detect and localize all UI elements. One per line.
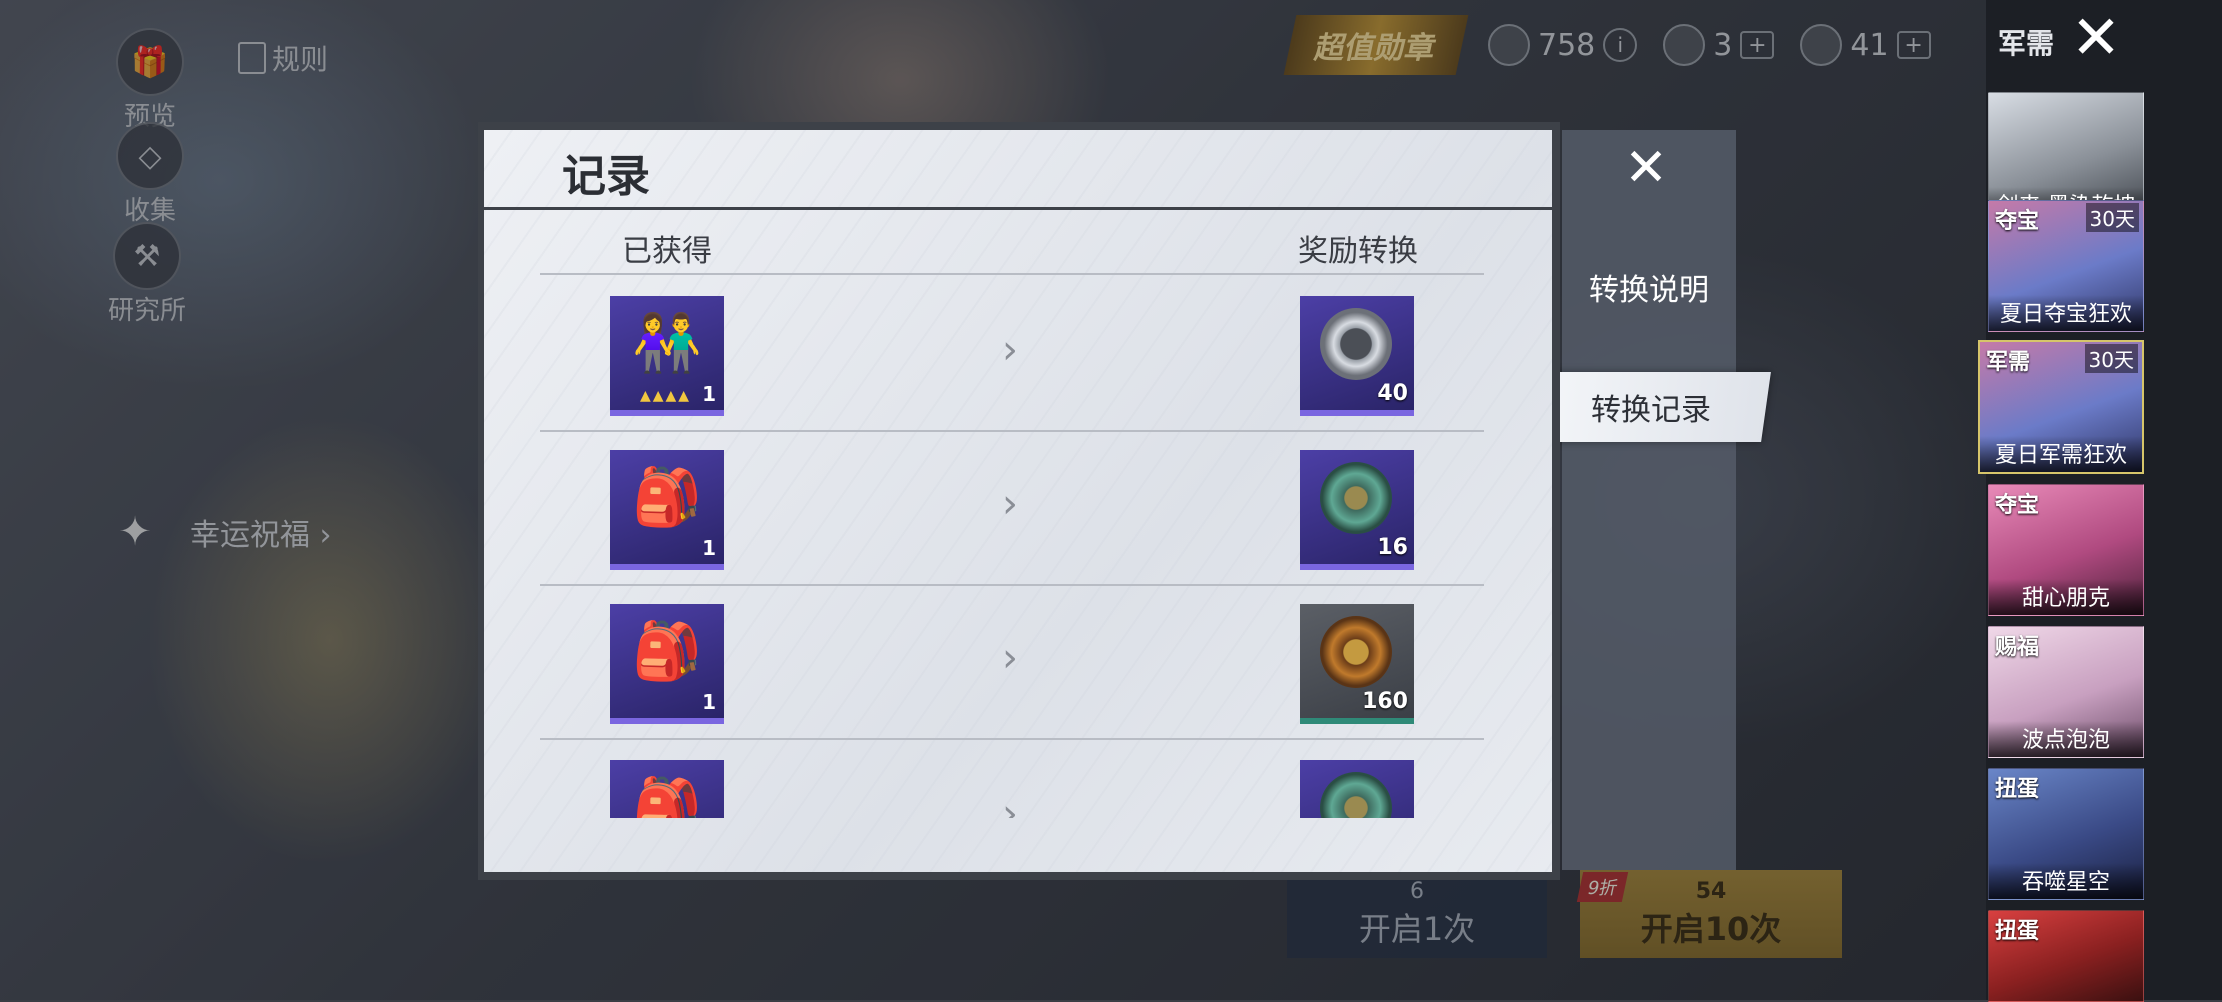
- event-card-3[interactable]: 夺宝 甜心朋克: [1988, 484, 2144, 616]
- silver-coin-icon: [1320, 308, 1392, 380]
- backpack-icon: 🎒: [632, 465, 702, 530]
- bronze-medal-icon: [1320, 616, 1392, 688]
- tab-conversion-explain-label: 转换说明: [1589, 273, 1709, 308]
- obtained-item[interactable]: 🎒: [610, 760, 724, 818]
- reward-quantity: 160: [1362, 689, 1408, 714]
- event-card-tag: 赐福: [1995, 635, 2040, 660]
- event-card-tag: 扭蛋: [1995, 777, 2040, 802]
- chevron-right-icon: ›: [1002, 635, 1018, 681]
- event-card-4[interactable]: 赐福 波点泡泡: [1988, 626, 2144, 758]
- tab-conversion-record[interactable]: 转换记录: [1531, 372, 1771, 442]
- event-card-2[interactable]: 军需 30天 夏日军需狂欢: [1978, 340, 2144, 474]
- item-quantity: 1: [702, 382, 716, 406]
- event-card-tag: 夺宝: [1995, 493, 2040, 518]
- row-divider: [540, 738, 1484, 740]
- obtained-item[interactable]: 👫 ▲▲▲▲ 1: [610, 296, 724, 416]
- event-card-5[interactable]: 扭蛋 吞噬星空: [1988, 768, 2144, 900]
- side-tab-panel: [1562, 130, 1736, 870]
- obtained-item[interactable]: 🎒 1: [610, 604, 724, 724]
- event-card-days: 30天: [2084, 344, 2138, 373]
- outfit-icon: 👫: [632, 311, 702, 376]
- reward-item[interactable]: 16: [1300, 450, 1414, 570]
- obtained-item[interactable]: 🎒 1: [610, 450, 724, 570]
- reward-item[interactable]: 160: [1300, 604, 1414, 724]
- backpack-icon: 🎒: [632, 775, 702, 818]
- backpack-icon: 🎒: [632, 619, 702, 684]
- event-card-name: 夏日军需狂欢: [1980, 436, 2142, 472]
- event-card-name: 吞噬星空: [1989, 863, 2143, 899]
- row-divider: [540, 430, 1484, 432]
- record-list[interactable]: 👫 ▲▲▲▲ 1 › 40 🎒 1 › 16 🎒 1 › 160 🎒 ›: [484, 130, 1552, 818]
- event-card-name: 甜心朋克: [1989, 579, 2143, 615]
- item-quantity: 1: [702, 690, 716, 714]
- row-divider: [540, 584, 1484, 586]
- rarity-icon: ▲▲▲▲: [640, 388, 692, 404]
- tab-conversion-explain[interactable]: 转换说明: [1562, 255, 1736, 319]
- close-icon[interactable]: ✕: [1606, 138, 1686, 198]
- item-quantity: 1: [702, 536, 716, 560]
- event-card-name: 夏日夺宝狂欢: [1989, 295, 2143, 331]
- event-card-tag: 军需: [1986, 350, 2031, 375]
- close-icon[interactable]: ✕: [2066, 8, 2126, 68]
- right-panel-title: 军需: [1998, 27, 2055, 60]
- tab-conversion-record-label: 转换记录: [1591, 393, 1711, 428]
- reward-quantity: 16: [1377, 535, 1408, 560]
- event-card-name: 波点泡泡: [1989, 721, 2143, 757]
- reward-item[interactable]: 40: [1300, 296, 1414, 416]
- jade-medal-icon: [1320, 462, 1392, 534]
- chevron-right-icon: ›: [1002, 791, 1018, 818]
- reward-item[interactable]: [1300, 760, 1414, 818]
- event-card-6[interactable]: 扭蛋: [1988, 910, 2144, 1002]
- chevron-right-icon: ›: [1002, 481, 1018, 527]
- jade-medal-icon: [1320, 772, 1392, 818]
- chevron-right-icon: ›: [1002, 327, 1018, 373]
- reward-quantity: 40: [1377, 381, 1408, 406]
- event-card-tag: 扭蛋: [1995, 919, 2040, 944]
- event-card-tag: 夺宝: [1995, 209, 2040, 234]
- event-card-1[interactable]: 夺宝 30天 夏日夺宝狂欢: [1988, 200, 2144, 332]
- event-card-days: 30天: [2085, 203, 2139, 232]
